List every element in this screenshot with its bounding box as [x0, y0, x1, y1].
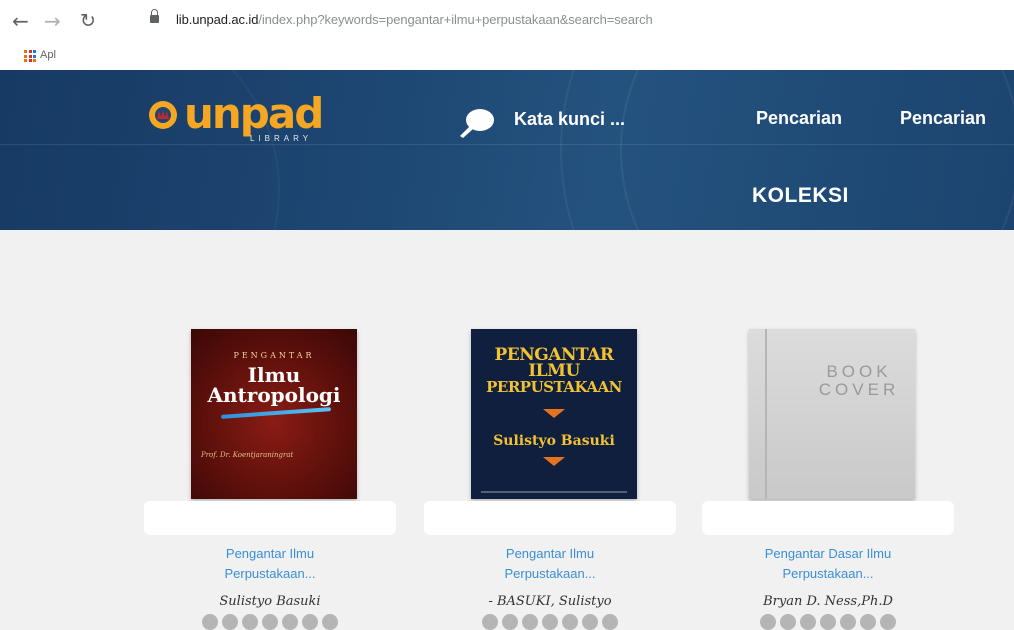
address-bar-row: ← → ↻ lib.unpad.ac.id/index.php?keywords…: [0, 8, 1014, 36]
reload-icon[interactable]: ↻: [80, 10, 96, 32]
cover-author: Prof. Dr. Koentjaraningrat: [201, 451, 294, 459]
logo-subtitle: LIBRARY: [250, 134, 313, 143]
site-header: unpad LIBRARY Pencarian Pencarian KOLEKS…: [0, 70, 1014, 230]
book-info-box: [702, 501, 954, 535]
cover-placeholder-line1: BOOK: [826, 362, 892, 381]
apps-bookmark-label[interactable]: Apl: [40, 49, 56, 61]
browser-chrome: ← → ↻ lib.unpad.ac.id/index.php?keywords…: [0, 0, 1014, 70]
logo-wordmark: unpad: [184, 89, 324, 138]
book-title-line1: Pengantar Ilmu: [505, 546, 595, 561]
book-cover-image[interactable]: PENGANTAR Ilmu Antropologi Prof. Dr. Koe…: [191, 329, 357, 499]
url-bar[interactable]: lib.unpad.ac.id/index.php?keywords=penga…: [176, 12, 653, 27]
book-author: Bryan D. Ness,Ph.D: [763, 594, 893, 609]
whatsapp-share-icon[interactable]: [302, 614, 318, 630]
whatsapp-share-icon[interactable]: [582, 614, 598, 630]
book-cover-image[interactable]: PENGANTAR ILMU PERPUSTAKAAN Sulistyo Bas…: [471, 329, 637, 499]
book-title-link[interactable]: Pengantar Ilmu Perpustakaan...: [144, 544, 396, 584]
collection-results: PENGANTAR Ilmu Antropologi Prof. Dr. Koe…: [0, 230, 1014, 630]
cover-swoosh: [220, 407, 332, 419]
book-author: - BASUKI, Sulistyo: [488, 594, 612, 609]
google-share-icon[interactable]: [522, 614, 538, 630]
forward-arrow-icon[interactable]: →: [44, 10, 61, 32]
cover-placeholder-text: BOOK COVER: [809, 363, 909, 399]
facebook-share-icon[interactable]: [202, 614, 218, 630]
cover-spine: [765, 329, 767, 499]
book-info-box: [424, 501, 676, 535]
nav-pencarian-advanced-link[interactable]: Pencarian: [900, 108, 986, 129]
book-title-line1: Pengantar Dasar Ilmu: [764, 546, 892, 561]
cover-author: Sulistyo Basuki: [493, 433, 615, 449]
google-share-icon[interactable]: [800, 614, 816, 630]
link-share-icon[interactable]: [602, 614, 618, 630]
email-share-icon[interactable]: [562, 614, 578, 630]
twitter-share-icon[interactable]: [780, 614, 796, 630]
pinterest-share-icon[interactable]: [820, 614, 836, 630]
section-title-koleksi: KOLEKSI: [752, 184, 849, 207]
url-path: /index.php?keywords=pengantar+ilmu+perpu…: [258, 12, 653, 27]
facebook-share-icon[interactable]: [482, 614, 498, 630]
book-author: Sulistyo Basuki: [219, 594, 321, 609]
cover-placeholder-line2: COVER: [818, 380, 900, 399]
search-icon[interactable]: [456, 106, 496, 140]
link-share-icon[interactable]: [880, 614, 896, 630]
book-title-line2: Perpustakaan...: [782, 566, 874, 581]
whatsapp-share-icon[interactable]: [860, 614, 876, 630]
facebook-share-icon[interactable]: [760, 614, 776, 630]
twitter-share-icon[interactable]: [502, 614, 518, 630]
book-cover-placeholder[interactable]: BOOK COVER: [749, 329, 915, 499]
twitter-share-icon[interactable]: [222, 614, 238, 630]
back-arrow-icon[interactable]: ←: [12, 10, 29, 32]
book-title-line2: Perpustakaan...: [224, 566, 316, 581]
book-title-line2: Perpustakaan...: [504, 566, 596, 581]
email-share-icon[interactable]: [282, 614, 298, 630]
google-share-icon[interactable]: [242, 614, 258, 630]
pinterest-share-icon[interactable]: [542, 614, 558, 630]
cover-title-line3: PERPUSTAKAAN: [486, 378, 622, 396]
pinterest-share-icon[interactable]: [262, 614, 278, 630]
bookmarks-bar: Apl: [0, 46, 1014, 66]
lock-icon[interactable]: [150, 9, 159, 24]
link-share-icon[interactable]: [322, 614, 338, 630]
book-info-box: [144, 501, 396, 535]
book-title-link[interactable]: Pengantar Dasar Ilmu Perpustakaan...: [702, 544, 954, 584]
book-card: BOOK COVER Pengantar Dasar Ilmu Perpusta…: [702, 230, 954, 630]
share-icons-row: [144, 614, 396, 630]
apps-grid-icon[interactable]: [24, 50, 36, 62]
keyword-search-input[interactable]: [514, 106, 714, 132]
cover-arrow-top: [543, 409, 565, 418]
url-host: lib.unpad.ac.id: [176, 12, 259, 27]
cover-arrow-bottom: [543, 457, 565, 466]
unpad-emblem-icon: [149, 101, 177, 129]
cover-title-line2: Antropologi: [207, 383, 341, 407]
unpad-library-logo[interactable]: unpad LIBRARY: [146, 92, 346, 152]
share-icons-row: [702, 614, 954, 630]
book-card: PENGANTAR Ilmu Antropologi Prof. Dr. Koe…: [144, 230, 396, 630]
cover-footer-line: [481, 491, 627, 493]
book-card: PENGANTAR ILMU PERPUSTAKAAN Sulistyo Bas…: [424, 230, 676, 630]
nav-pencarian-link[interactable]: Pencarian: [756, 108, 842, 129]
share-icons-row: [424, 614, 676, 630]
book-title-link[interactable]: Pengantar Ilmu Perpustakaan...: [424, 544, 676, 584]
book-title-line1: Pengantar Ilmu: [225, 546, 315, 561]
email-share-icon[interactable]: [840, 614, 856, 630]
cover-top-text: PENGANTAR: [233, 351, 315, 360]
